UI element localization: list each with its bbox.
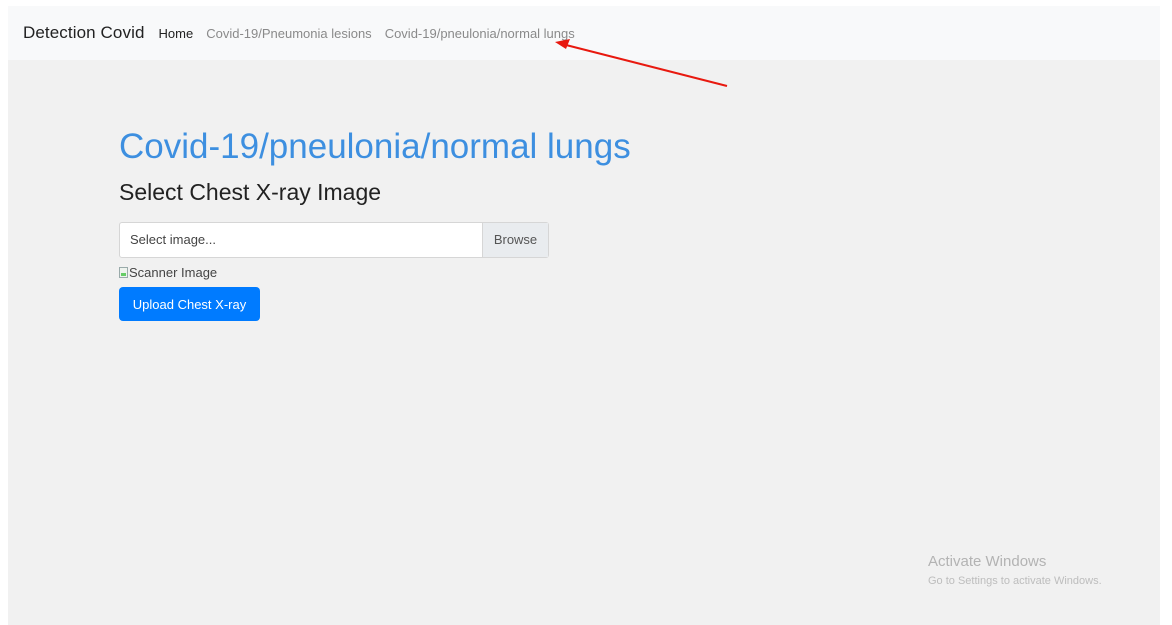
scanner-image-alt-text: Scanner Image [129, 264, 218, 280]
scanner-image: Scanner Image [119, 263, 631, 281]
file-input[interactable]: Select image... Browse [119, 222, 549, 258]
upload-chest-xray-button[interactable]: Upload Chest X-ray [119, 287, 260, 321]
page-title: Covid-19/pneulonia/normal lungs [119, 127, 631, 166]
watermark-title: Activate Windows [928, 553, 1047, 570]
nav-link-home[interactable]: Home [159, 26, 194, 41]
brand-link[interactable]: Detection Covid [23, 23, 145, 43]
broken-image-icon [119, 266, 128, 278]
nav-link-normal-lungs[interactable]: Covid-19/pneulonia/normal lungs [385, 26, 575, 41]
watermark-subtitle: Go to Settings to activate Windows. [928, 575, 1102, 587]
nav-link-pneumonia-lesions[interactable]: Covid-19/Pneumonia lesions [206, 26, 371, 41]
nav-links: Home Covid-19/Pneumonia lesions Covid-19… [159, 26, 588, 41]
page-subtitle: Select Chest X-ray Image [119, 179, 382, 205]
activate-windows-watermark: Activate Windows Go to Settings to activ… [928, 552, 1102, 590]
file-input-placeholder[interactable]: Select image... [120, 223, 482, 257]
browse-button[interactable]: Browse [482, 223, 548, 257]
navbar: Detection Covid Home Covid-19/Pneumonia … [8, 6, 1160, 60]
main-content: Covid-19/pneulonia/normal lungs Select C… [119, 124, 631, 321]
browser-viewport: Detection Covid Home Covid-19/Pneumonia … [8, 6, 1160, 625]
